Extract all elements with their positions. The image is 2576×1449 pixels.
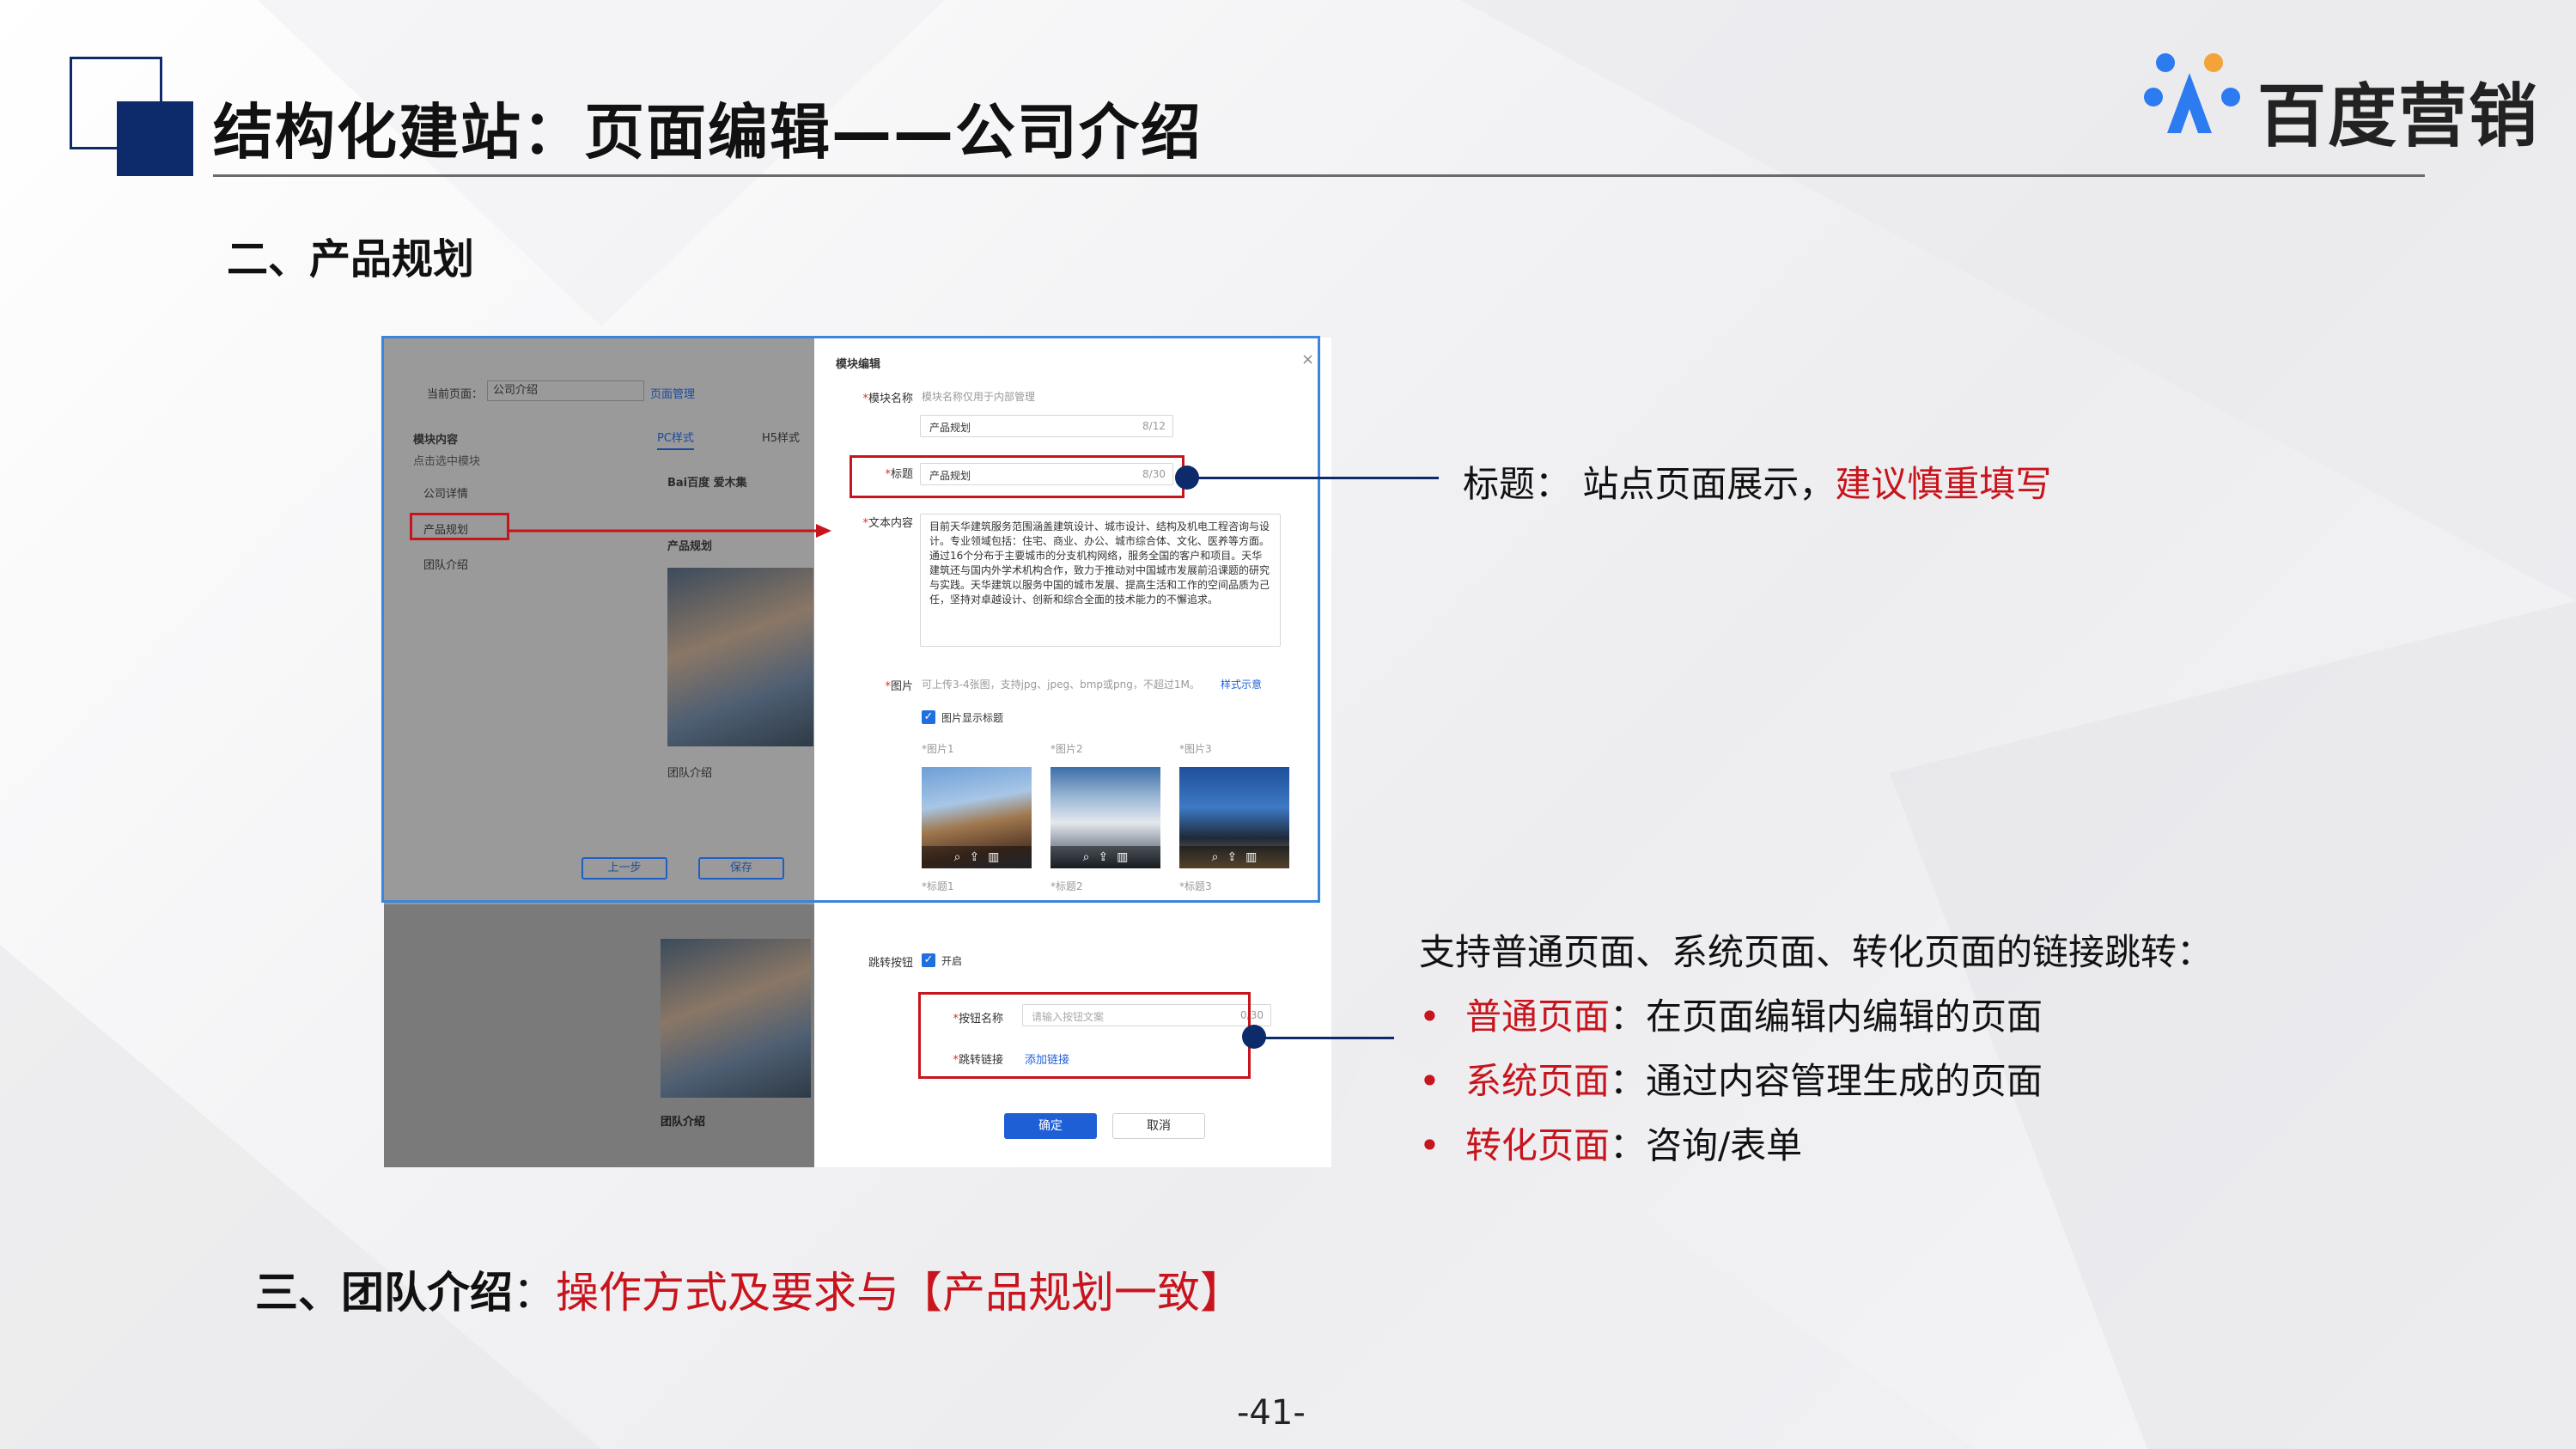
image-2-tools[interactable]: ⌕ ⇪ ▥ — [1050, 846, 1160, 868]
module-content-label: 模块内容 — [413, 434, 459, 447]
module-item-team[interactable]: 团队介绍 — [423, 556, 468, 572]
delete-icon[interactable]: ▥ — [1245, 850, 1257, 864]
image-2-title-label: *标题2 — [1050, 880, 1083, 892]
text-content-textarea[interactable]: 目前天华建筑服务范围涵盖建筑设计、城市设计、结构及机电工程咨询与设计。专业领域包… — [920, 514, 1281, 647]
image-thumb-3[interactable]: ⌕ ⇪ ▥ — [1179, 767, 1289, 868]
title-square-filled — [117, 101, 193, 176]
upload-icon[interactable]: ⇪ — [969, 850, 979, 864]
page-manage-link[interactable]: 页面管理 — [650, 385, 695, 401]
preview-image-1 — [667, 568, 813, 746]
style-sample-link[interactable]: 样式示意 — [1221, 677, 1262, 691]
image-thumb-2[interactable]: ⌕ ⇪ ▥ — [1050, 767, 1160, 868]
section-heading-team: 三、团队介绍：操作方式及要求与【产品规划一致】 — [255, 1268, 1243, 1318]
baidu-marketing-logo: 百度营销 — [2141, 47, 2537, 156]
image-thumb-1[interactable]: ⌕ ⇪ ▥ — [922, 767, 1032, 868]
confirm-button[interactable]: 确定 — [1004, 1113, 1097, 1139]
image-3-tools[interactable]: ⌕ ⇪ ▥ — [1179, 846, 1289, 868]
connector-line-title — [1187, 477, 1439, 479]
preview-brand: Bai百度 爱木集 — [667, 477, 747, 490]
connector-line-link — [1254, 1037, 1394, 1039]
jump-button-label: 跳转按钮 — [868, 957, 913, 970]
close-icon[interactable]: × — [1301, 350, 1314, 368]
pointer-arrow — [507, 524, 831, 538]
show-image-title-label: 图片显示标题 — [941, 712, 1004, 724]
highlight-product-module — [410, 513, 509, 540]
prev-step-button[interactable]: 上一步 — [582, 857, 667, 880]
bullet-normal-page: • 普通页面：在页面编辑内编辑的页面 — [1419, 995, 2043, 1038]
title-divider — [213, 174, 2425, 177]
module-hint: 点击选中模块 — [413, 455, 481, 468]
page-number: -41- — [1237, 1393, 1306, 1433]
module-name-label: *模块名称 — [862, 393, 913, 405]
highlight-jump-fields — [918, 992, 1251, 1079]
image-label: *图片 — [885, 680, 913, 693]
image-1-label: *图片1 — [922, 743, 954, 755]
image-1-tools[interactable]: ⌕ ⇪ ▥ — [922, 846, 1032, 868]
current-page-label: 当前页面： — [427, 388, 484, 401]
jump-button-checkbox[interactable]: ✓ — [922, 953, 935, 967]
bullet-system-page: • 系统页面：通过内容管理生成的页面 — [1419, 1060, 2043, 1102]
upload-icon[interactable]: ⇪ — [1098, 850, 1108, 864]
zoom-icon[interactable]: ⌕ — [1083, 850, 1090, 864]
cancel-button[interactable]: 取消 — [1112, 1113, 1205, 1139]
tab-h5-style[interactable]: H5样式 — [762, 429, 800, 445]
logo-icon — [2144, 53, 2240, 133]
module-name-input[interactable]: 产品规划 8/12 — [920, 415, 1173, 437]
image-1-title-label: *标题1 — [922, 880, 954, 892]
image-upload-hint: 可上传3-4张图，支持jpg、jpeg、bmp或png，不超过1M。 — [922, 679, 1200, 691]
preview-image-2 — [661, 939, 811, 1098]
save-button[interactable]: 保存 — [698, 857, 784, 880]
zoom-icon[interactable]: ⌕ — [954, 850, 961, 864]
link-annotation-intro: 支持普通页面、系统页面、转化页面的链接跳转： — [1419, 931, 2214, 973]
tab-pc-style[interactable]: PC样式 — [657, 429, 694, 450]
module-item-company[interactable]: 公司详情 — [423, 484, 468, 501]
ui-screenshot: 当前页面： 公司介绍 页面管理 模块内容 点击选中模块 PC样式 H5样式 公司… — [384, 338, 1331, 1167]
logo-text: 百度营销 — [2257, 76, 2539, 156]
section-heading-product-plan: 二、产品规划 — [227, 235, 475, 283]
preview-heading-team-2: 团队介绍 — [661, 1116, 706, 1129]
current-page-select[interactable]: 公司介绍 — [487, 381, 644, 401]
title-annotation: 标题： 站点页面展示，建议慎重填写 — [1463, 463, 2052, 505]
zoom-icon[interactable]: ⌕ — [1212, 850, 1219, 864]
delete-icon[interactable]: ▥ — [1117, 850, 1128, 864]
image-2-label: *图片2 — [1050, 743, 1083, 755]
module-name-hint: 模块名称仅用于内部管理 — [922, 391, 1036, 403]
image-3-label: *图片3 — [1179, 743, 1212, 755]
page-editor-pane: 当前页面： 公司介绍 页面管理 模块内容 点击选中模块 PC样式 H5样式 公司… — [384, 338, 814, 1167]
show-image-title-checkbox[interactable]: ✓ — [922, 710, 935, 724]
image-3-title-label: *标题3 — [1179, 880, 1212, 892]
preview-heading-team: 团队介绍 — [667, 767, 713, 780]
highlight-title-field — [850, 455, 1184, 498]
delete-icon[interactable]: ▥ — [988, 850, 999, 864]
upload-icon[interactable]: ⇪ — [1227, 850, 1237, 864]
dialog-title: 模块编辑 — [836, 358, 881, 371]
slide-title: 结构化建站：页面编辑——公司介绍 — [213, 97, 1203, 167]
jump-button-toggle-label: 开启 — [941, 955, 963, 967]
bullet-conversion-page: • 转化页面：咨询/表单 — [1419, 1124, 1803, 1166]
